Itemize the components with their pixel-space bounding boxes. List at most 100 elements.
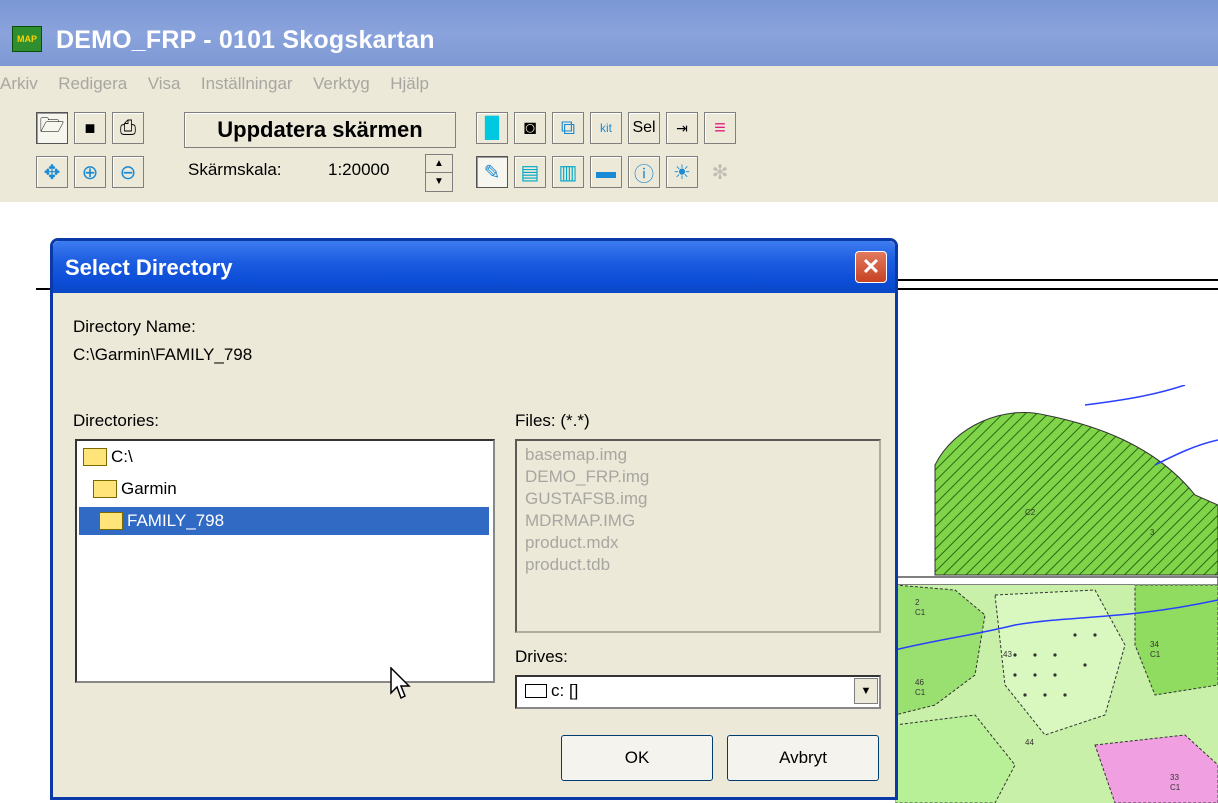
select-directory-dialog: Select Directory ✕ Directory Name: C:\Ga… bbox=[50, 238, 898, 800]
menu-verktyg[interactable]: Verktyg bbox=[305, 66, 378, 102]
update-screen-button[interactable]: Uppdatera skärmen bbox=[184, 112, 456, 148]
map-image: C2 2 C1 3 34 C1 46 C1 33 C1 43 44 bbox=[895, 385, 1218, 803]
spin-down-icon[interactable]: ▼ bbox=[426, 173, 452, 190]
zoom-in-icon: ⊕ bbox=[81, 161, 99, 184]
directory-item-root[interactable]: C:\ bbox=[83, 443, 133, 471]
folder-open-icon bbox=[93, 480, 117, 498]
fit-width-icon: ⇥ bbox=[676, 119, 688, 136]
map-label: C1 bbox=[915, 688, 926, 697]
lamp-icon: ☀ bbox=[673, 161, 691, 184]
cancel-button[interactable]: Avbryt bbox=[727, 735, 879, 781]
map-label: C2 bbox=[1025, 508, 1036, 517]
color-layers-icon: ≡ bbox=[714, 116, 726, 139]
directory-item-family-798[interactable]: FAMILY_798 bbox=[79, 507, 489, 535]
info-button[interactable]: ⓘ bbox=[628, 156, 660, 188]
drive-value: c: [] bbox=[551, 681, 579, 700]
kit-icon: kit bbox=[600, 121, 612, 135]
directory-item-garmin[interactable]: Garmin bbox=[93, 475, 177, 503]
menu-bar: Arkiv Redigera Visa Inställningar Verkty… bbox=[0, 66, 1218, 102]
rectangle-icon: █ bbox=[484, 116, 500, 139]
menu-visa[interactable]: Visa bbox=[140, 66, 189, 102]
info-icon: ⓘ bbox=[634, 163, 654, 186]
zoom-in-button[interactable]: ⊕ bbox=[74, 156, 106, 188]
disabled-tool-button[interactable]: ✻ bbox=[704, 156, 736, 188]
file-item[interactable]: basemap.img bbox=[525, 445, 627, 465]
layers-color-button[interactable]: ≡ bbox=[704, 112, 736, 144]
toolbar: 🗁 ■ ⎙ Uppdatera skärmen ✥ ⊕ ⊖ Skärmskala… bbox=[0, 102, 1218, 202]
page-button[interactable]: ▤ bbox=[514, 156, 546, 188]
gear-icon: ✻ bbox=[711, 161, 729, 184]
directory-name-label: Directory Name: bbox=[73, 317, 196, 336]
files-label: Files: (*.*) bbox=[515, 411, 590, 430]
kit-button[interactable]: kit bbox=[590, 112, 622, 144]
map-label: 44 bbox=[1025, 738, 1034, 747]
map-label: C1 bbox=[1150, 650, 1161, 659]
layer-button[interactable]: █ bbox=[476, 112, 508, 144]
file-item[interactable]: GUSTAFSB.img bbox=[525, 489, 647, 509]
print-button[interactable]: ⎙ bbox=[112, 112, 144, 144]
ruler-icon: ▬ bbox=[596, 160, 616, 183]
map-sheet-icon: ▥ bbox=[558, 161, 578, 184]
printer-icon: ⎙ bbox=[120, 116, 136, 139]
drive-icon bbox=[525, 684, 547, 698]
dialog-title-bar[interactable]: Select Directory ✕ bbox=[53, 241, 895, 293]
select-button[interactable]: Sel bbox=[628, 112, 660, 144]
draw-button[interactable]: ✎ bbox=[476, 156, 508, 188]
open-folder-button[interactable]: 🗁 bbox=[36, 112, 68, 144]
menu-arkiv[interactable]: Arkiv bbox=[0, 66, 46, 102]
app-icon-label: MAP bbox=[17, 34, 37, 44]
files-list[interactable]: basemap.img DEMO_FRP.img GUSTAFSB.img MD… bbox=[515, 439, 881, 633]
map-frame-top-line bbox=[895, 279, 1218, 281]
directory-label: C:\ bbox=[111, 447, 133, 466]
directory-label: Garmin bbox=[121, 479, 177, 498]
file-item[interactable]: DEMO_FRP.img bbox=[525, 467, 649, 487]
map-label: 34 bbox=[1150, 640, 1159, 649]
pan-button[interactable]: ✥ bbox=[36, 156, 68, 188]
ok-button[interactable]: OK bbox=[561, 735, 713, 781]
measure-button[interactable]: ▬ bbox=[590, 156, 622, 188]
map-label: 43 bbox=[1003, 650, 1012, 659]
map-label: 2 bbox=[915, 598, 920, 607]
folder-open-icon bbox=[83, 448, 107, 466]
folder-open-icon: 🗁 bbox=[39, 115, 65, 137]
directory-path: C:\Garmin\FAMILY_798 bbox=[73, 345, 253, 364]
folder-open-icon bbox=[99, 512, 123, 530]
close-icon[interactable]: ✕ bbox=[855, 251, 887, 283]
window-title: DEMO_FRP - 0101 Skogskartan bbox=[56, 26, 435, 54]
fit-width-button[interactable]: ⇥ bbox=[666, 112, 698, 144]
screen-scale-value[interactable]: 1:20000 bbox=[328, 160, 389, 180]
zoom-out-button[interactable]: ⊖ bbox=[112, 156, 144, 188]
file-item[interactable]: product.tdb bbox=[525, 555, 610, 575]
zoom-out-icon: ⊖ bbox=[119, 161, 137, 184]
copy-layers-button[interactable]: ⧉ bbox=[552, 112, 584, 144]
pencil-icon: ✎ bbox=[483, 161, 501, 184]
move-arrows-icon: ✥ bbox=[43, 161, 61, 184]
scale-spinner[interactable]: ▲ ▼ bbox=[425, 154, 453, 192]
dialog-title: Select Directory bbox=[65, 255, 233, 280]
chevron-down-icon[interactable]: ▼ bbox=[854, 678, 878, 704]
disk-icon: ■ bbox=[84, 117, 96, 138]
directories-list[interactable]: C:\ Garmin FAMILY_798 bbox=[75, 439, 495, 683]
window-title-bar: MAP DEMO_FRP - 0101 Skogskartan bbox=[0, 0, 1218, 66]
file-item[interactable]: MDRMAP.IMG bbox=[525, 511, 635, 531]
map-label: C1 bbox=[915, 608, 926, 617]
map-label: C1 bbox=[1170, 783, 1181, 792]
spin-up-icon[interactable]: ▲ bbox=[426, 155, 452, 173]
directory-label: FAMILY_798 bbox=[127, 511, 225, 530]
page-icon: ▤ bbox=[520, 161, 540, 184]
file-item[interactable]: product.mdx bbox=[525, 533, 619, 553]
highlight-button[interactable]: ☀ bbox=[666, 156, 698, 188]
menu-installningar[interactable]: Inställningar bbox=[193, 66, 301, 102]
menu-redigera[interactable]: Redigera bbox=[50, 66, 135, 102]
screen-scale-label: Skärmskala: bbox=[188, 160, 282, 179]
save-button[interactable]: ■ bbox=[74, 112, 106, 144]
menu-hjalp[interactable]: Hjälp bbox=[382, 66, 437, 102]
mouse-pointer-icon bbox=[390, 667, 411, 700]
map-sheet-button[interactable]: ▥ bbox=[552, 156, 584, 188]
map-label: 46 bbox=[915, 678, 924, 687]
frame-button[interactable]: ◙ bbox=[514, 112, 546, 144]
drives-dropdown[interactable]: c: [] ▼ bbox=[515, 675, 881, 709]
map-label: 33 bbox=[1170, 773, 1179, 782]
map-label: 3 bbox=[1150, 528, 1155, 537]
app-icon: MAP bbox=[12, 26, 42, 52]
